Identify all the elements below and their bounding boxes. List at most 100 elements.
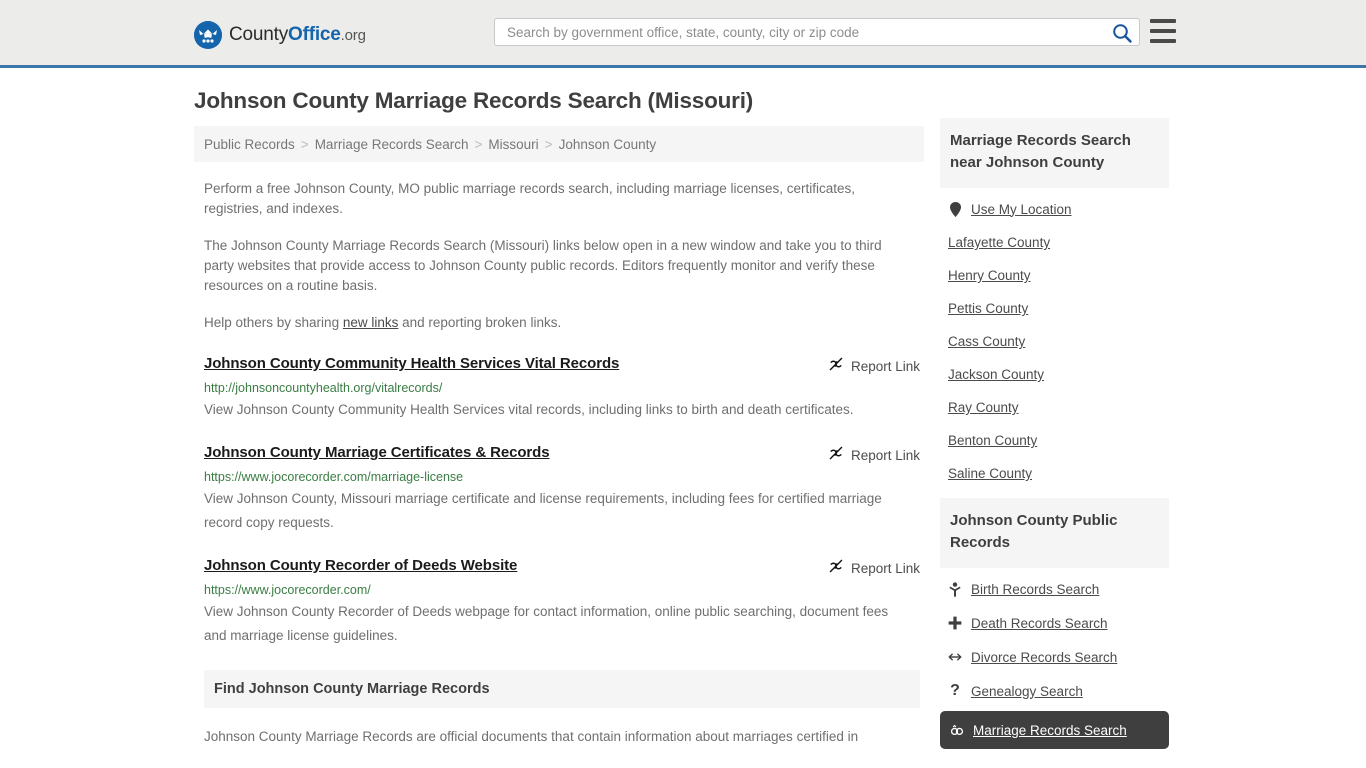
result-description: View Johnson County Recorder of Deeds we… (204, 604, 889, 643)
help-prefix: Help others by sharing (204, 315, 343, 330)
broken-link-icon (828, 445, 844, 466)
sidebar-link-label[interactable]: Benton County (948, 433, 1037, 448)
logo-text-office: Office (288, 24, 341, 45)
breadcrumb: Public Records > Marriage Records Search… (194, 126, 924, 162)
sidebar-item-pettis-county[interactable]: Pettis County (940, 292, 1169, 325)
intro-paragraph-2: The Johnson County Marriage Records Sear… (204, 238, 882, 293)
result-item: Johnson County Marriage Certificates & R… (204, 444, 920, 535)
public-records-heading: Johnson County Public Records (950, 512, 1118, 551)
intro-paragraph-1: Perform a free Johnson County, MO public… (204, 181, 856, 216)
result-url[interactable]: http://johnsoncountyhealth.org/vitalreco… (204, 381, 920, 395)
results-list: Johnson County Community Health Services… (194, 355, 924, 648)
breadcrumb-item-2[interactable]: Missouri (488, 137, 538, 152)
result-title-link[interactable]: Johnson County Community Health Services… (204, 355, 619, 372)
sidebar-link-label[interactable]: Jackson County (948, 367, 1044, 382)
sidebar-link-label[interactable]: Cass County (948, 334, 1025, 349)
result-url[interactable]: https://www.jocorecorder.com/ (204, 583, 920, 597)
find-records-paragraph: Johnson County Marriage Records are offi… (204, 729, 859, 744)
search-icon[interactable] (1111, 22, 1133, 44)
sidebar-link-label[interactable]: Divorce Records Search (971, 650, 1117, 665)
sidebar-item-henry-county[interactable]: Henry County (940, 259, 1169, 292)
search-bar[interactable] (494, 18, 1140, 46)
page-title: Johnson County Marriage Records Search (… (194, 88, 754, 113)
broken-link-icon (828, 356, 844, 377)
sidebar-link-label[interactable]: Ray County (948, 400, 1019, 415)
nearby-searches-header: Marriage Records Search near Johnson Cou… (940, 118, 1169, 188)
site-header: CountyOffice.org (0, 0, 1366, 68)
nearby-searches-heading: Marriage Records Search near Johnson Cou… (950, 132, 1131, 171)
breadcrumb-separator-2: > (544, 136, 553, 152)
logo-wordmark: CountyOffice.org (229, 24, 366, 46)
result-description: View Johnson County Community Health Ser… (204, 402, 854, 417)
new-links-link[interactable]: new links (343, 315, 399, 330)
report-link-button[interactable]: Report Link (828, 356, 920, 377)
sidebar-link-label[interactable]: Birth Records Search (971, 582, 1099, 597)
result-item: Johnson County Community Health Services… (204, 355, 920, 422)
result-title-link[interactable]: Johnson County Marriage Certificates & R… (204, 444, 550, 461)
search-input[interactable] (505, 19, 1095, 45)
sidebar-link-label[interactable]: Genealogy Search (971, 684, 1083, 699)
question-mark-icon: ? (950, 682, 960, 699)
sidebar-link-label[interactable]: Henry County (948, 268, 1031, 283)
report-link-label: Report Link (850, 359, 920, 374)
breadcrumb-separator-0: > (300, 136, 309, 152)
sidebar-link-label[interactable]: Death Records Search (971, 616, 1108, 631)
help-paragraph: Help others by sharing new links and rep… (204, 313, 910, 333)
sidebar-item-divorce-records-search[interactable]: Divorce Records Search (940, 640, 1169, 674)
menu-bar-1 (1150, 19, 1176, 23)
sidebar-item-marriage-records-search[interactable]: Marriage Records Search (940, 711, 1169, 749)
sidebar-link-label[interactable]: Use My Location (971, 202, 1072, 217)
result-url[interactable]: https://www.jocorecorder.com/marriage-li… (204, 470, 920, 484)
hamburger-menu-icon[interactable] (1150, 19, 1176, 43)
public-records-header: Johnson County Public Records (940, 498, 1169, 568)
sidebar-item-genealogy-search[interactable]: ? Genealogy Search (940, 674, 1169, 708)
rings-icon (950, 722, 964, 738)
menu-bar-2 (1150, 29, 1176, 33)
report-link-button[interactable]: Report Link (828, 558, 920, 579)
result-title-link[interactable]: Johnson County Recorder of Deeds Website (204, 557, 517, 574)
nearby-searches-list: Use My Location Lafayette County Henry C… (940, 192, 1169, 490)
find-records-heading: Find Johnson County Marriage Records (214, 681, 490, 697)
logo-text-county: County (229, 24, 289, 45)
report-link-button[interactable]: Report Link (828, 445, 920, 466)
map-pin-icon (948, 201, 962, 217)
sidebar: Marriage Records Search near Johnson Cou… (940, 118, 1169, 757)
cross-icon (948, 615, 962, 631)
sidebar-item-jackson-county[interactable]: Jackson County (940, 358, 1169, 391)
broken-link-icon (828, 558, 844, 579)
breadcrumb-item-1[interactable]: Marriage Records Search (315, 137, 469, 152)
sidebar-item-saline-county[interactable]: Saline County (940, 457, 1169, 490)
find-records-section-header: Find Johnson County Marriage Records (204, 670, 920, 708)
left-right-arrow-icon (948, 649, 962, 665)
sidebar-link-label[interactable]: Marriage Records Search (973, 723, 1127, 738)
public-records-list: Birth Records Search Death Records Searc… (940, 572, 1169, 749)
baby-icon (948, 581, 962, 597)
result-item: Johnson County Recorder of Deeds Website… (204, 557, 920, 648)
result-header: Johnson County Community Health Services… (204, 355, 920, 377)
sidebar-link-label[interactable]: Lafayette County (948, 235, 1050, 250)
sidebar-item-benton-county[interactable]: Benton County (940, 424, 1169, 457)
breadcrumb-item-0[interactable]: Public Records (204, 137, 295, 152)
public-records-card: Johnson County Public Records Birth Reco… (940, 498, 1169, 749)
result-description: View Johnson County, Missouri marriage c… (204, 491, 882, 530)
sidebar-link-label[interactable]: Pettis County (948, 301, 1028, 316)
report-link-label: Report Link (850, 448, 920, 463)
main-content: Johnson County Marriage Records Search (… (194, 88, 924, 748)
breadcrumb-item-3[interactable]: Johnson County (559, 137, 657, 152)
site-logo[interactable]: CountyOffice.org (194, 20, 366, 50)
result-header: Johnson County Recorder of Deeds Website… (204, 557, 920, 579)
sidebar-item-ray-county[interactable]: Ray County (940, 391, 1169, 424)
nearby-searches-card: Marriage Records Search near Johnson Cou… (940, 118, 1169, 490)
sidebar-item-use-my-location[interactable]: Use My Location (940, 192, 1169, 226)
result-header: Johnson County Marriage Certificates & R… (204, 444, 920, 466)
sidebar-item-lafayette-county[interactable]: Lafayette County (940, 226, 1169, 259)
sidebar-item-cass-county[interactable]: Cass County (940, 325, 1169, 358)
menu-bar-3 (1150, 39, 1176, 43)
sidebar-link-label[interactable]: Saline County (948, 466, 1032, 481)
report-link-label: Report Link (850, 561, 920, 576)
sidebar-item-birth-records-search[interactable]: Birth Records Search (940, 572, 1169, 606)
eagle-seal-icon (194, 21, 222, 49)
sidebar-item-death-records-search[interactable]: Death Records Search (940, 606, 1169, 640)
help-suffix: and reporting broken links. (398, 315, 562, 330)
logo-text-org: .org (340, 27, 366, 44)
